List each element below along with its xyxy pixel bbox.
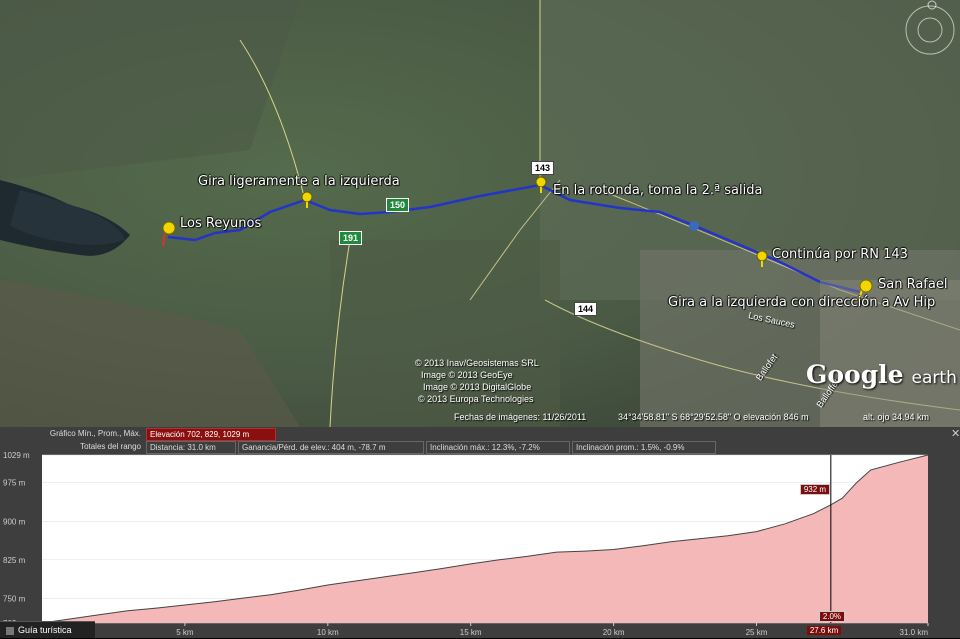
y-tick-label: 1029 m [3,451,30,460]
place-label-los-reyunos[interactable]: Los Reyunos [180,216,261,231]
x-tick-label: 25 km [746,628,768,637]
elevation-profile-panel: Gráfico Mín., Prom., Máx. Elevación 702,… [0,427,960,638]
imagery-date: Fechas de imágenes: 11/26/2011 [454,412,587,422]
direction-label[interactable]: En la rotonda, toma la 2.ª salida [553,183,762,198]
direction-label[interactable]: Gira ligeramente a la izquierda [198,174,400,189]
route-shield-150: 150 [386,198,410,212]
x-tick-label: 5 km [176,628,194,637]
cursor-slope-label: 2.0% [818,611,846,622]
x-tick-label: 10 km [317,628,339,637]
y-tick-label: 900 m [3,517,26,526]
place-label-san-rafael[interactable]: San Rafael [878,277,947,292]
y-tick-label: 825 m [3,556,26,565]
google-earth-logo: Google earth [806,360,957,389]
y-tick-label: 750 m [3,594,26,603]
x-tick-label: 15 km [460,628,482,637]
direction-label[interactable]: Gira a la izquierda con dirección a Av H… [668,295,935,310]
tour-guide-button[interactable]: Guía turística [0,621,95,638]
credit-line: Image © 2013 DigitalGlobe [423,382,532,392]
credit-line: © 2013 Europa Technologies [418,394,534,404]
x-tick-label: 20 km [603,628,625,637]
cursor-distance-label: 27.6 km [806,626,842,635]
eye-altitude: alt. ojo 34.94 km [863,412,930,422]
cursor-elevation-label: 932 m [799,484,831,495]
y-tick-label: 975 m [3,479,26,488]
route-shield-143: 143 [531,161,555,175]
route-shield-191: 191 [339,231,363,245]
x-tick-label: 31.0 km [900,628,929,637]
credit-line: © 2013 Inav/Geosistemas SRL [415,358,539,368]
map-view[interactable]: 143 150 191 144 Los Reyunos Gira ligeram… [0,0,960,427]
elevation-chart[interactable]: 702 m750 m825 m900 m975 m1029 m 5 km10 k… [0,427,960,638]
tour-icon [6,626,14,635]
direction-label[interactable]: Continúa por RN 143 [772,247,908,262]
credit-line: Image © 2013 GeoEye [421,370,513,380]
coordinates-readout: 34°34'58.81" S 68°29'52.58" O elevación … [618,412,809,422]
tour-guide-label: Guía turística [18,625,72,635]
route-shield-144: 144 [574,302,598,316]
